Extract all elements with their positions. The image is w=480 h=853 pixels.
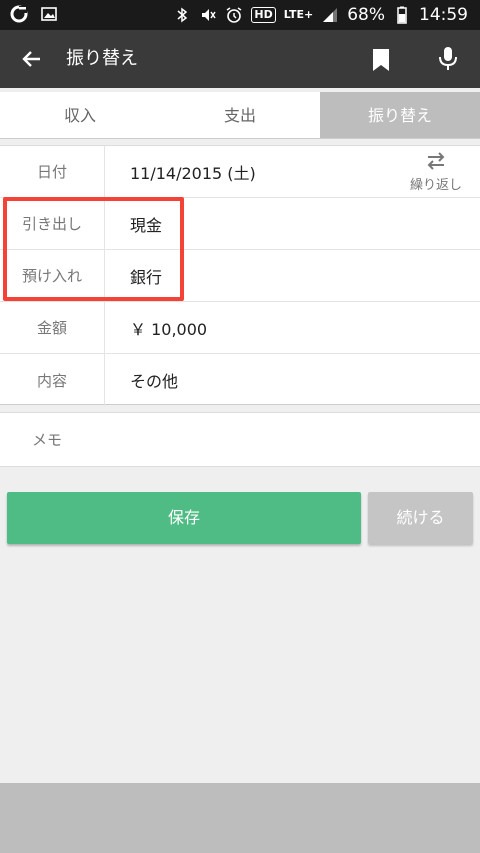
date-row[interactable]: 日付 11/14/2015 (土) 繰り返し (0, 146, 480, 198)
app-notification-icon (10, 5, 28, 23)
deposit-account[interactable]: 銀行 (130, 250, 162, 301)
tab-income[interactable]: 収入 (0, 92, 160, 138)
tab-expense[interactable]: 支出 (160, 92, 320, 138)
bluetooth-icon (177, 7, 188, 23)
content-value[interactable]: その他 (130, 354, 178, 406)
memo-label: メモ (32, 431, 63, 449)
transfer-form: 日付 11/14/2015 (土) 繰り返し 引き出し 現金 預け入れ 銀行 金… (0, 145, 480, 406)
battery-percent: 68% (347, 5, 385, 25)
hd-voice-badge: HD (251, 7, 276, 23)
clock: 14:59 (419, 5, 468, 25)
amount-value[interactable]: ￥ 10,000 (130, 302, 207, 353)
repeat-icon (427, 152, 445, 170)
content-row[interactable]: 内容 その他 (0, 354, 480, 406)
withdraw-label: 引き出し (0, 198, 105, 249)
content-label: 内容 (0, 354, 105, 406)
page-title: 振り替え (66, 48, 138, 69)
memo-field[interactable]: メモ (0, 412, 480, 467)
transaction-type-tabs: 収入 支出 振り替え (0, 92, 480, 139)
microphone-icon[interactable] (437, 46, 459, 72)
date-label: 日付 (0, 146, 105, 197)
app-bar: 振り替え (0, 30, 480, 88)
status-bar-left (10, 5, 58, 23)
deposit-row[interactable]: 預け入れ 銀行 (0, 250, 480, 302)
alarm-icon (227, 7, 242, 23)
signal-icon (323, 8, 338, 22)
continue-button[interactable]: 続ける (368, 492, 473, 544)
withdraw-row[interactable]: 引き出し 現金 (0, 198, 480, 250)
bottom-area (0, 783, 480, 853)
save-button[interactable]: 保存 (7, 492, 361, 544)
bookmark-icon[interactable] (371, 48, 391, 72)
repeat-button[interactable]: 繰り返し (410, 150, 462, 193)
repeat-label: 繰り返し (409, 178, 462, 193)
tab-transfer[interactable]: 振り替え (320, 92, 480, 138)
back-arrow-icon[interactable] (20, 47, 44, 71)
mute-icon (202, 9, 217, 21)
deposit-label: 預け入れ (0, 250, 105, 301)
battery-charging-icon (397, 6, 407, 24)
status-bar-right: HD LTE+ 68% 14:59 (173, 4, 468, 26)
amount-label: 金額 (0, 302, 105, 353)
network-type-label: LTE+ (283, 8, 314, 21)
withdraw-account[interactable]: 現金 (130, 198, 162, 249)
image-notification-icon (41, 7, 57, 21)
date-value[interactable]: 11/14/2015 (土) (130, 146, 256, 197)
amount-row[interactable]: 金額 ￥ 10,000 (0, 302, 480, 354)
status-bar: HD LTE+ 68% 14:59 (0, 0, 480, 30)
